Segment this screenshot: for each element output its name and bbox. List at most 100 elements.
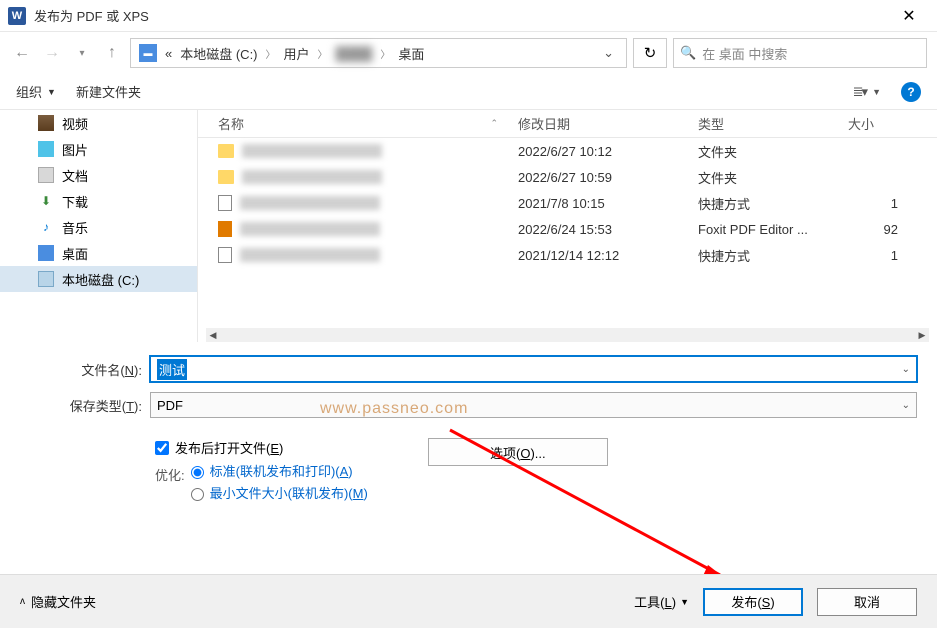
download-icon: ⬇ — [38, 193, 54, 209]
close-button[interactable]: ✕ — [889, 6, 929, 26]
back-button[interactable]: ← — [10, 41, 34, 65]
music-icon: ♪ — [38, 219, 54, 235]
breadcrumb-item[interactable]: 本地磁盘 (C:) — [176, 42, 261, 65]
sidebar-item-desktop[interactable]: 桌面 — [0, 240, 197, 266]
sidebar-item-pictures[interactable]: 图片 — [0, 136, 197, 162]
scroll-track[interactable] — [220, 328, 915, 342]
tools-dropdown[interactable]: 工具(L) ▼ — [634, 592, 689, 611]
image-icon — [38, 141, 54, 157]
savetype-value: PDF — [157, 398, 183, 413]
file-row[interactable]: 2021/7/8 10:15 快捷方式 1 — [198, 190, 937, 216]
breadcrumb-pre[interactable]: « — [161, 44, 176, 63]
filename-label: 文件名(N): — [20, 360, 150, 379]
breadcrumb-dropdown[interactable]: ⌄ — [595, 45, 622, 61]
options-area: 发布后打开文件(E) 优化: 标准(联机发布和打印)(A) 最小文件大小(联机发… — [0, 438, 937, 503]
publish-button[interactable]: 发布(S) — [703, 588, 803, 616]
breadcrumb[interactable]: ▬ « 本地磁盘 (C:) 〉 用户 〉 ████ 〉 桌面 ⌄ — [130, 38, 627, 68]
scroll-right-icon[interactable]: ▶ — [915, 328, 929, 342]
hide-folders-button[interactable]: ʌ 隐藏文件夹 — [20, 592, 96, 611]
forward-button[interactable]: → — [40, 41, 64, 65]
file-name-redacted — [240, 196, 380, 210]
new-folder-button[interactable]: 新建文件夹 — [76, 82, 141, 101]
desktop-icon — [38, 245, 54, 261]
cancel-button[interactable]: 取消 — [817, 588, 917, 616]
sidebar-item-music[interactable]: ♪音乐 — [0, 214, 197, 240]
horizontal-scrollbar[interactable]: ◀ ▶ — [206, 328, 929, 342]
dialog-title: 发布为 PDF 或 XPS — [34, 6, 889, 25]
file-type: 快捷方式 — [698, 194, 848, 213]
video-icon — [38, 115, 54, 131]
column-size[interactable]: 大小 — [848, 114, 908, 133]
disk-icon — [38, 271, 54, 287]
file-date: 2022/6/27 10:12 — [518, 144, 698, 159]
folder-icon — [218, 144, 234, 158]
help-button[interactable]: ? — [901, 82, 921, 102]
main-area: 视频 图片 文档 ⬇下载 ♪音乐 桌面 本地磁盘 (C:) 名称⌃ 修改日期 类… — [0, 110, 937, 342]
file-row[interactable]: 2021/12/14 12:12 快捷方式 1 — [198, 242, 937, 268]
sidebar-item-local-disk[interactable]: 本地磁盘 (C:) — [0, 266, 197, 292]
column-date[interactable]: 修改日期 — [518, 114, 698, 133]
file-list-header: 名称⌃ 修改日期 类型 大小 — [198, 110, 937, 138]
checkbox-input[interactable] — [155, 441, 169, 455]
column-type[interactable]: 类型 — [698, 114, 848, 133]
breadcrumb-item[interactable]: 桌面 — [394, 42, 428, 65]
chevron-down-icon[interactable]: ⌄ — [902, 364, 910, 375]
file-name-redacted — [242, 170, 382, 184]
organize-button[interactable]: 组织▼ — [16, 82, 56, 101]
search-placeholder: 在 桌面 中搜索 — [702, 44, 787, 63]
file-type: 快捷方式 — [698, 246, 848, 265]
file-list: 名称⌃ 修改日期 类型 大小 2022/6/27 10:12 文件夹 2022/… — [198, 110, 937, 342]
search-input[interactable]: 🔍 在 桌面 中搜索 — [673, 38, 927, 68]
file-icon — [218, 195, 232, 211]
sidebar-item-videos[interactable]: 视频 — [0, 110, 197, 136]
radio-input[interactable] — [191, 466, 204, 479]
options-button[interactable]: 选项(O)... — [428, 438, 608, 466]
file-date: 2022/6/24 15:53 — [518, 222, 698, 237]
refresh-button[interactable]: ↻ — [633, 38, 667, 68]
drive-icon: ▬ — [139, 44, 157, 62]
view-button[interactable]: ≣▾▼ — [853, 84, 881, 100]
caret-up-icon: ʌ — [20, 596, 25, 607]
form-area: 文件名(N): 测试 ⌄ 保存类型(T): PDF ⌄ — [0, 342, 937, 438]
file-name-redacted — [240, 222, 380, 236]
radio-minsize[interactable]: 最小文件大小(联机发布)(M) — [191, 485, 368, 503]
file-name-redacted — [242, 144, 382, 158]
search-icon: 🔍 — [680, 45, 696, 61]
toolbar: 组织▼ 新建文件夹 ≣▾▼ ? — [0, 74, 937, 110]
sidebar-item-downloads[interactable]: ⬇下载 — [0, 188, 197, 214]
file-type: 文件夹 — [698, 168, 848, 187]
file-size: 92 — [848, 222, 908, 237]
breadcrumb-item[interactable]: 用户 — [280, 42, 314, 65]
file-size: 1 — [848, 196, 908, 211]
scroll-left-icon[interactable]: ◀ — [206, 328, 220, 342]
chevron-right-icon: 〉 — [266, 46, 276, 61]
titlebar: W 发布为 PDF 或 XPS ✕ — [0, 0, 937, 32]
navbar: ← → ▾ ↑ ▬ « 本地磁盘 (C:) 〉 用户 〉 ████ 〉 桌面 ⌄… — [0, 32, 937, 74]
file-row[interactable]: 2022/6/27 10:12 文件夹 — [198, 138, 937, 164]
file-type: Foxit PDF Editor ... — [698, 222, 848, 237]
filename-input[interactable]: 测试 ⌄ — [150, 356, 917, 382]
chevron-down-icon[interactable]: ⌄ — [902, 400, 910, 411]
filename-value: 测试 — [157, 359, 187, 380]
open-after-checkbox[interactable]: 发布后打开文件(E) — [155, 438, 368, 457]
bottombar: ʌ 隐藏文件夹 工具(L) ▼ 发布(S) 取消 — [0, 574, 937, 628]
file-size: 1 — [848, 248, 908, 263]
file-icon — [218, 247, 232, 263]
savetype-select[interactable]: PDF ⌄ — [150, 392, 917, 418]
radio-input[interactable] — [191, 488, 204, 501]
file-row[interactable]: 2022/6/27 10:59 文件夹 — [198, 164, 937, 190]
foxit-icon — [218, 221, 232, 237]
file-date: 2021/7/8 10:15 — [518, 196, 698, 211]
breadcrumb-item-redacted[interactable]: ████ — [332, 44, 377, 63]
recent-dropdown[interactable]: ▾ — [70, 41, 94, 65]
chevron-right-icon: 〉 — [380, 46, 390, 61]
file-row[interactable]: 2022/6/24 15:53 Foxit PDF Editor ... 92 — [198, 216, 937, 242]
sidebar-item-documents[interactable]: 文档 — [0, 162, 197, 188]
file-type: 文件夹 — [698, 142, 848, 161]
folder-icon — [218, 170, 234, 184]
up-button[interactable]: ↑ — [100, 41, 124, 65]
optimize-label: 优化: — [155, 463, 185, 484]
radio-standard[interactable]: 标准(联机发布和打印)(A) — [191, 463, 368, 481]
word-icon: W — [8, 7, 26, 25]
column-name[interactable]: 名称⌃ — [198, 114, 518, 133]
